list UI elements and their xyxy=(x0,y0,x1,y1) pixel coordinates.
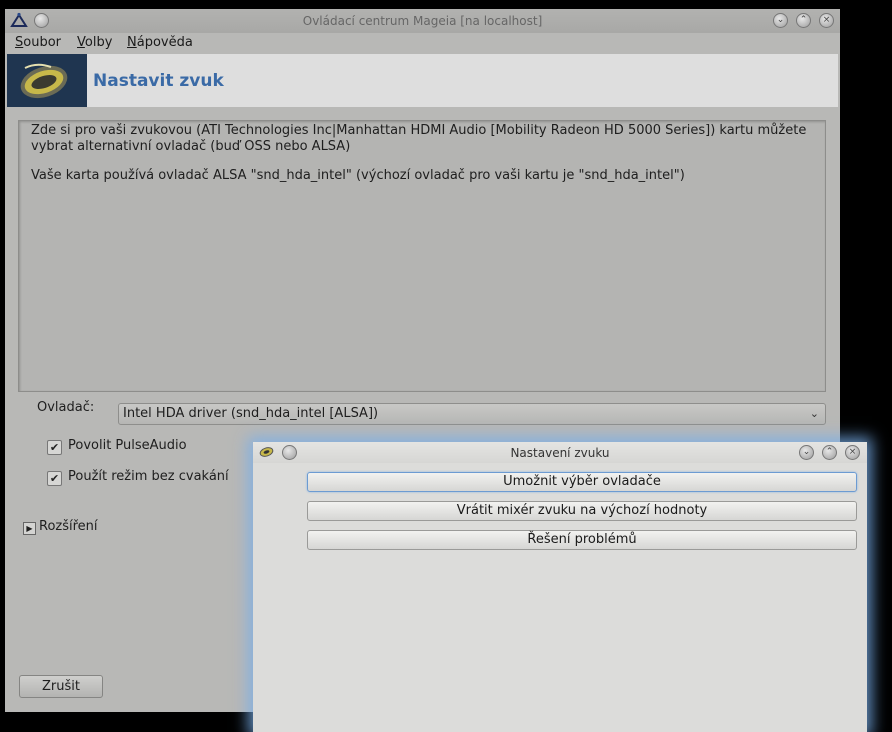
close-button[interactable]: × xyxy=(819,13,834,28)
window-title: Ovládací centrum Mageia [na localhost] xyxy=(302,14,543,28)
glitchfree-label: Použít režim bez cvakání xyxy=(68,469,229,484)
pulseaudio-checkbox-row[interactable]: ✔ Povolit PulseAudio xyxy=(47,438,187,455)
speaker-icon xyxy=(20,63,68,99)
dialog-minimize-button[interactable]: ⌄ xyxy=(799,445,814,460)
advanced-expander[interactable]: ▶ Rozšíření xyxy=(23,519,98,535)
menu-napoveda[interactable]: Nápověda xyxy=(127,35,193,50)
pulseaudio-label: Povolit PulseAudio xyxy=(68,438,187,453)
chevron-down-icon: ⌄ xyxy=(809,407,819,420)
glitchfree-checkbox[interactable]: ✔ xyxy=(47,471,62,486)
enable-driver-selection-button[interactable]: Umožnit výběr ovladače xyxy=(307,472,857,492)
maximize-button[interactable]: ⌃ xyxy=(796,13,811,28)
menubar: Soubor Volby Nápověda xyxy=(5,33,840,53)
pulseaudio-checkbox[interactable]: ✔ xyxy=(47,440,62,455)
driver-label: Ovladač: xyxy=(37,400,95,415)
dialog-title: Nastavení zvuku xyxy=(510,446,610,460)
description-box: Zde si pro vaši zvukovou (ATI Technologi… xyxy=(18,120,826,392)
page-header: Nastavit zvuk xyxy=(7,54,838,107)
driver-select[interactable]: Intel HDA driver (snd_hda_intel [ALSA]) … xyxy=(118,403,826,425)
menu-soubor[interactable]: Soubor xyxy=(15,35,61,50)
main-titlebar[interactable]: Ovládací centrum Mageia [na localhost] ⌄… xyxy=(5,9,840,33)
reset-mixer-button[interactable]: Vrátit mixér zvuku na výchozí hodnoty xyxy=(307,501,857,521)
description-text: Zde si pro vaši zvukovou (ATI Technologi… xyxy=(31,123,807,154)
troubleshooting-button[interactable]: Řešení problémů xyxy=(307,530,857,550)
driver-select-value: Intel HDA driver (snd_hda_intel [ALSA]) xyxy=(123,406,379,421)
menu-volby[interactable]: Volby xyxy=(77,35,112,50)
sound-settings-dialog: Nastavení zvuku ⌄ ⌃ × Umožnit výběr ovla… xyxy=(253,442,867,732)
dialog-maximize-button[interactable]: ⌃ xyxy=(822,445,837,460)
dialog-close-button[interactable]: × xyxy=(845,445,860,460)
page-title: Nastavit zvuk xyxy=(93,71,224,91)
dialog-titlebar[interactable]: Nastavení zvuku ⌄ ⌃ × xyxy=(253,442,867,463)
minimize-button[interactable]: ⌄ xyxy=(773,13,788,28)
expander-arrow-icon: ▶ xyxy=(23,522,36,535)
glitchfree-checkbox-row[interactable]: ✔ Použít režim bez cvakání xyxy=(47,469,229,486)
header-logo xyxy=(7,54,87,107)
cancel-button[interactable]: Zrušit xyxy=(19,675,103,698)
expander-label: Rozšíření xyxy=(39,519,98,534)
description-driver-info: Vaše karta používá ovladač ALSA "snd_hda… xyxy=(31,168,685,183)
